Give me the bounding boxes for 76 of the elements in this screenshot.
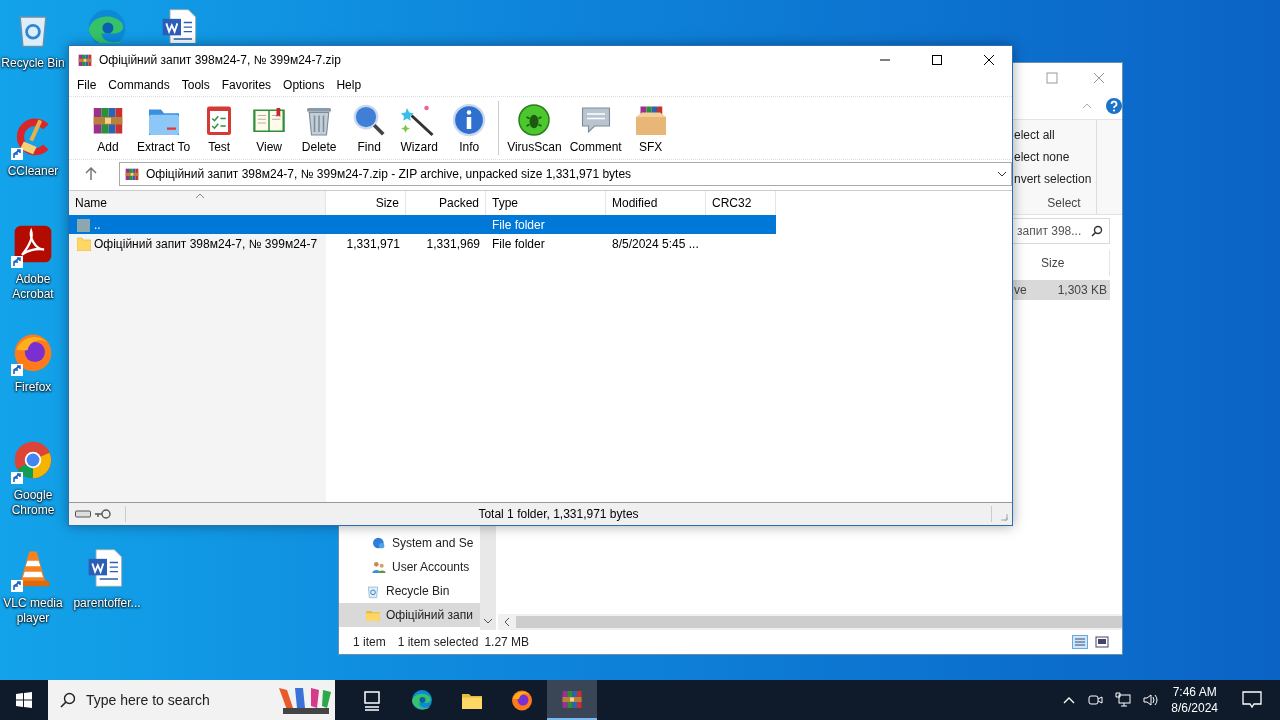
status-text: Total 1 folder, 1,331,971 bytes (477, 507, 640, 521)
scroll-left-icon[interactable] (504, 617, 510, 627)
volume-icon[interactable] (1143, 692, 1160, 708)
chevron-up-icon[interactable] (1063, 696, 1076, 704)
menu-item[interactable]: Commands (102, 78, 176, 92)
menu-item[interactable]: File (71, 78, 103, 92)
toolbar-button[interactable]: Add (83, 102, 133, 154)
status-text: 1 item selected (397, 635, 479, 649)
drive-icon[interactable] (75, 510, 91, 518)
network-icon[interactable] (1115, 692, 1132, 708)
search-field[interactable]: запит 398... (1012, 218, 1110, 244)
menu-item[interactable]: Help (330, 78, 368, 92)
large-icons-view-icon[interactable] (1094, 635, 1110, 649)
toolbar-button[interactable]: Test (194, 102, 245, 154)
shortcut-arrow-icon (11, 580, 23, 592)
address-bar[interactable]: Офіційний запит 398м24-7, № 399м24-7.zip - ZIP archive, unpacked size 1,331,971 bytes (119, 162, 1012, 186)
toolbar-button[interactable]: Delete (294, 102, 345, 154)
search-icon[interactable] (1091, 225, 1103, 237)
search-icon (60, 692, 76, 708)
status-text: 1 item (353, 635, 386, 649)
taskbar-search-box[interactable]: Type here to search (48, 680, 335, 720)
windows-icon[interactable] (16, 692, 32, 708)
menu-item[interactable]: Favorites (215, 78, 278, 92)
nav-item-icon (371, 535, 387, 551)
ribbon-command[interactable]: elect all (1012, 124, 1096, 146)
shortcut-arrow-icon (11, 256, 23, 268)
browser-icon[interactable] (410, 688, 434, 712)
clock[interactable]: 7:46 AM 8/6/2024 (1171, 684, 1218, 716)
nav-item[interactable]: System and Se (339, 531, 480, 555)
menu-item[interactable]: Options (277, 78, 331, 92)
file-row[interactable]: .. File folder (69, 215, 776, 234)
status-text: 1.27 MB (484, 635, 530, 649)
resize-grip-icon[interactable] (1000, 513, 1008, 521)
key-icon[interactable] (95, 509, 111, 519)
shortcut-arrow-icon (11, 148, 23, 160)
file-row[interactable]: Офіційний запит 398м24-7, № 399м24-7 1,331,971 1,331,969 File folder 8/5/2024 5:45 ... (69, 234, 776, 253)
file-row[interactable]: ve 1,303 KB (1012, 280, 1110, 300)
toolbar-button[interactable]: Find (344, 102, 395, 154)
maximize-icon[interactable] (932, 55, 942, 65)
toolbar-button[interactable]: Comment (565, 102, 626, 154)
up-arrow-icon[interactable] (85, 167, 97, 181)
nav-item[interactable]: User Accounts (339, 555, 480, 579)
nav-item-icon (365, 583, 381, 599)
archive-icon (124, 166, 140, 182)
toolbar-button[interactable]: Info (444, 102, 495, 154)
nav-item[interactable]: Офіційний запи (339, 603, 480, 627)
ribbon-command[interactable]: elect none (1012, 146, 1096, 168)
bug-icon[interactable] (516, 102, 553, 138)
toolbar-button[interactable]: VirusScan (503, 102, 566, 154)
scroll-down-icon[interactable] (483, 618, 493, 624)
dropdown-icon[interactable] (997, 171, 1007, 177)
toolbar-button[interactable]: View (244, 102, 295, 154)
search-field[interactable]: Type here to search (84, 691, 267, 709)
sort-icon (195, 193, 205, 199)
menu-item[interactable]: Tools (175, 78, 216, 92)
shortcut-arrow-icon (11, 472, 23, 484)
notification-icon[interactable] (1242, 691, 1262, 709)
close-icon[interactable] (984, 55, 994, 65)
scrollbar[interactable] (498, 614, 1122, 630)
nav-item-icon (371, 559, 387, 575)
shortcut-arrow-icon (11, 364, 23, 376)
folder-icon (77, 236, 91, 251)
toolbar-button[interactable]: SFX (625, 102, 676, 154)
toolbar-button[interactable]: Wizard (394, 102, 445, 154)
window-title: Офіційний запит 398м24-7, № 399м24-7.zip (99, 53, 341, 67)
help-icon[interactable] (1106, 98, 1122, 114)
camera-icon[interactable] (1087, 692, 1104, 708)
nav-item[interactable]: Recycle Bin (339, 579, 480, 603)
ribbon-group-label: Select (1046, 196, 1082, 210)
app-icon (77, 52, 93, 68)
ribbon-command[interactable]: nvert selection (1012, 168, 1096, 190)
info-icon[interactable] (451, 102, 488, 138)
scrollbar[interactable] (480, 525, 496, 630)
browser-icon[interactable] (510, 688, 534, 712)
toolbar-button[interactable]: Extract To (133, 102, 195, 154)
parent-folder-icon (77, 217, 91, 232)
